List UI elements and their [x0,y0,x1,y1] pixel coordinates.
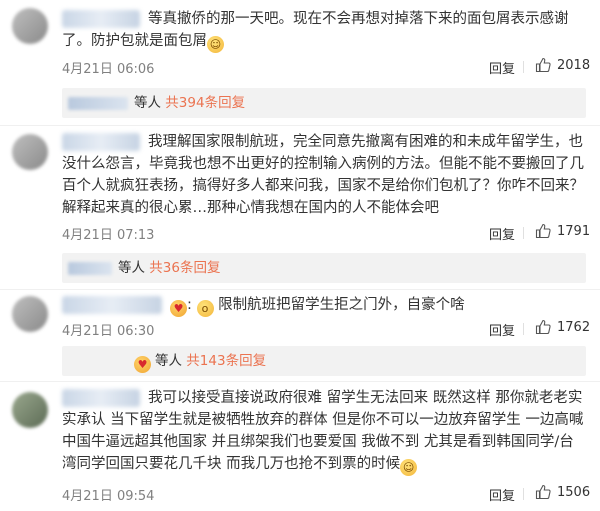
username-redacted[interactable] [62,296,162,314]
meta-separator [523,227,524,239]
meta-separator [523,488,524,500]
thumbs-up-icon [535,223,551,239]
more-replies-link[interactable]: 共143条回复 [186,353,266,369]
subreply-summary[interactable]: 等人 共36条回复 [62,253,586,283]
like-button[interactable]: 1791 [535,223,590,239]
like-count: 1762 [557,319,591,335]
meta-separator [523,323,524,335]
divider [0,289,600,290]
heart-eyes-emoji-icon: ♥ [134,356,151,373]
avatar[interactable] [12,296,48,332]
subreply-username-redacted [68,261,112,275]
comment-text: 等真撤侨的那一天吧。现在不会再想对掉落下来的面包屑表示感谢了。防护包就是面包屑 ☺ [62,10,569,53]
thumbs-up-icon [535,484,551,500]
like-count: 1506 [557,484,591,500]
comment-time: 4月21日 06:30 [62,324,155,339]
comment-time: 4月21日 06:06 [62,62,155,77]
like-button[interactable]: 1506 [535,484,590,500]
comment-time: 4月21日 07:13 [62,228,155,243]
reply-button[interactable]: 回复 [489,58,515,77]
thumbs-up-icon [535,57,551,73]
avatar[interactable] [12,8,48,44]
heart-eyes-emoji-icon: ♥ [170,300,187,317]
username-redacted[interactable] [62,389,140,407]
subreply-summary[interactable]: ♥ 等人 共143条回复 [62,346,586,376]
reply-button[interactable]: 回复 [489,320,515,339]
comment-time: 4月21日 09:54 [62,489,155,504]
divider [0,381,600,382]
meta-separator [523,61,524,73]
username-redacted[interactable] [62,10,140,28]
avatar[interactable] [12,392,48,428]
smile-emoji-icon: ☺ [400,459,418,476]
like-button[interactable]: 1762 [535,319,590,335]
more-replies-link[interactable]: 共394条回复 [165,95,245,111]
like-button[interactable]: 2018 [535,57,590,73]
divider [0,125,600,126]
reply-button[interactable]: 回复 [489,485,515,504]
comment-text: ♥: o 限制航班把留学生拒之门外，自豪个啥 [62,294,584,317]
thumbs-up-icon [535,319,551,335]
subreply-summary[interactable]: 等人 共394条回复 [62,88,586,118]
like-count: 1791 [557,223,591,239]
subreply-username-redacted [68,96,128,110]
reply-button[interactable]: 回复 [489,224,515,243]
more-replies-link[interactable]: 共36条回复 [149,260,220,276]
avatar[interactable] [12,134,48,170]
smile-emoji-icon: ☺ [207,36,224,53]
username-redacted[interactable] [62,133,140,151]
surprised-emoji-icon: o [196,300,214,317]
comment-text: 我可以接受直接说政府很难 留学生无法回来 既然这样 那你就老老实实承认 当下留学… [62,389,584,476]
like-count: 2018 [557,57,591,73]
comment-text: 我理解国家限制航班，完全同意先撤离有困难的和未成年留学生，也没什么怨言，毕竟我也… [62,133,584,216]
